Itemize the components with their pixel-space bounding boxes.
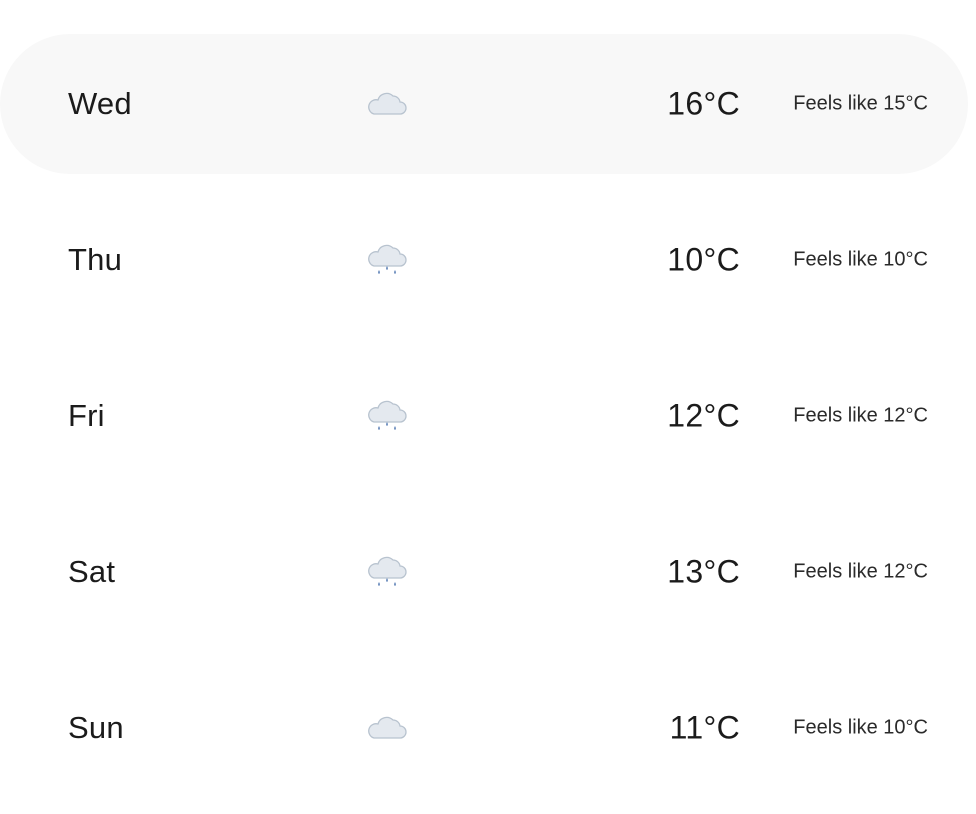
temperature: 11°C [669,709,740,746]
temperature: 13°C [667,553,740,590]
temperature: 16°C [667,85,740,122]
day-name: Thu [68,242,123,277]
day-name: Sat [68,554,116,589]
daily-forecast-list: Wed 16°C Feels like 15°C Thu 10°C Feels … [0,34,968,814]
forecast-row-thu[interactable]: Thu 10°C Feels like 10°C [0,190,968,330]
forecast-row-fri[interactable]: Fri 12°C Feels like 12°C [0,346,968,486]
forecast-row-sat[interactable]: Sat 13°C Feels like 12°C [0,502,968,642]
feels-like: Feels like 15°C [793,92,928,115]
feels-like: Feels like 12°C [793,404,928,427]
temperature: 10°C [667,241,740,278]
day-name: Fri [68,398,105,433]
feels-like: Feels like 12°C [793,560,928,583]
forecast-row-sun[interactable]: Sun 11°C Feels like 10°C [0,658,968,798]
cloud-rain-icon [368,556,407,586]
forecast-row-wed[interactable]: Wed 16°C Feels like 15°C [0,34,968,174]
temperature: 12°C [667,397,740,434]
cloud-rain-icon [368,244,407,274]
feels-like: Feels like 10°C [793,716,928,739]
day-name: Wed [68,86,132,121]
cloud-rain-icon [368,400,407,430]
day-name: Sun [68,710,124,745]
feels-like: Feels like 10°C [793,248,928,271]
cloud-icon [368,92,407,115]
cloud-icon [368,716,407,739]
